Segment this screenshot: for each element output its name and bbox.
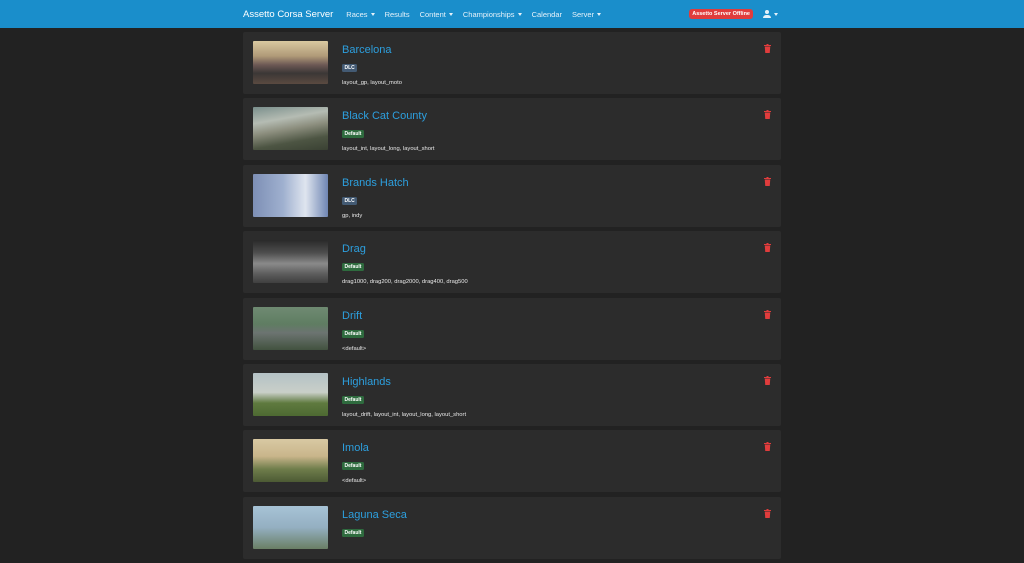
track-layouts: gp, indy bbox=[342, 212, 363, 219]
nav-calendar-label: Calendar bbox=[531, 9, 562, 19]
track-layouts: <default> bbox=[342, 345, 367, 352]
track-info: Imola Default <default> bbox=[342, 439, 369, 485]
nav-right: Assetto Server Offline bbox=[689, 9, 778, 19]
track-card: Black Cat County Default layout_int, lay… bbox=[243, 98, 781, 161]
track-name[interactable]: Brands Hatch bbox=[342, 177, 409, 189]
trash-icon[interactable] bbox=[764, 243, 771, 253]
track-type-badge: DLC bbox=[342, 196, 358, 205]
track-layouts: drag1000, drag200, drag2000, drag400, dr… bbox=[342, 279, 468, 286]
track-card: Brands Hatch DLC gp, indy bbox=[243, 164, 781, 227]
nav-results-label: Results bbox=[384, 9, 410, 19]
nav-content[interactable]: Content bbox=[420, 10, 453, 19]
track-preview-image bbox=[253, 41, 328, 84]
chevron-down-icon bbox=[448, 12, 453, 16]
track-preview-image bbox=[253, 372, 328, 416]
trash-icon[interactable] bbox=[764, 309, 771, 319]
navbar: Assetto Corsa Server Races Results Conte… bbox=[0, 0, 1024, 28]
chevron-down-icon bbox=[370, 12, 375, 16]
trash-icon[interactable] bbox=[764, 176, 771, 186]
track-type-badge: Default bbox=[342, 263, 364, 272]
track-layouts: layout_gp, layout_moto bbox=[342, 80, 402, 86]
track-info: Barcelona DLC layout_gp, layout_moto bbox=[342, 41, 402, 86]
user-icon bbox=[763, 10, 771, 18]
track-layouts: layout_drift, layout_int, layout_long, l… bbox=[342, 411, 467, 418]
nav-championships[interactable]: Championships bbox=[463, 10, 522, 19]
nav-menu: Races Results Content Championships Cale… bbox=[346, 10, 611, 19]
track-card: Highlands Default layout_drift, layout_i… bbox=[243, 363, 781, 426]
track-name[interactable]: Drag bbox=[342, 243, 468, 255]
track-card: Barcelona DLC layout_gp, layout_moto bbox=[243, 32, 781, 94]
track-type-badge: Default bbox=[342, 528, 364, 537]
track-info: Drag Default drag1000, drag200, drag2000… bbox=[342, 240, 468, 286]
track-preview-image bbox=[253, 439, 328, 483]
track-name[interactable]: Black Cat County bbox=[342, 110, 435, 122]
nav-championships-label: Championships bbox=[462, 9, 515, 19]
nav-races-label: Races bbox=[346, 9, 368, 19]
trash-icon[interactable] bbox=[764, 442, 771, 452]
trash-icon[interactable] bbox=[764, 44, 771, 53]
track-name[interactable]: Barcelona bbox=[342, 44, 402, 56]
chevron-down-icon bbox=[774, 12, 778, 16]
track-type-badge: Default bbox=[342, 395, 364, 404]
track-card: Drag Default drag1000, drag200, drag2000… bbox=[243, 231, 781, 294]
track-name[interactable]: Laguna Seca bbox=[342, 509, 407, 521]
nav-server[interactable]: Server bbox=[572, 9, 602, 19]
user-menu[interactable] bbox=[763, 10, 778, 18]
track-info: Highlands Default layout_drift, layout_i… bbox=[342, 373, 467, 418]
track-info: Brands Hatch DLC gp, indy bbox=[342, 174, 409, 219]
trash-icon[interactable] bbox=[764, 508, 771, 518]
track-preview-image bbox=[253, 107, 328, 151]
chevron-down-icon bbox=[597, 12, 602, 16]
track-info: Black Cat County Default layout_int, lay… bbox=[342, 107, 435, 153]
track-layouts: layout_int, layout_long, layout_short bbox=[342, 146, 435, 153]
server-status-badge: Assetto Server Offline bbox=[689, 9, 753, 19]
track-type-badge: Default bbox=[342, 329, 364, 338]
track-info: Drift Default <default> bbox=[342, 307, 367, 352]
nav-races[interactable]: Races bbox=[346, 9, 375, 19]
track-name[interactable]: Imola bbox=[342, 442, 369, 454]
brand-link[interactable]: Assetto Corsa Server bbox=[243, 9, 333, 20]
track-name[interactable]: Highlands bbox=[342, 376, 466, 388]
track-layouts: <default> bbox=[342, 478, 367, 485]
track-info: Laguna Seca Default bbox=[342, 506, 407, 550]
track-list: Barcelona DLC layout_gp, layout_moto Bla… bbox=[243, 32, 781, 563]
track-card: Drift Default <default> bbox=[243, 297, 781, 360]
trash-icon[interactable] bbox=[764, 375, 771, 385]
track-type-badge: DLC bbox=[342, 64, 358, 72]
track-preview-image bbox=[253, 240, 328, 284]
track-type-badge: Default bbox=[342, 130, 364, 139]
track-preview-image bbox=[253, 306, 328, 350]
nav-server-label: Server bbox=[572, 9, 595, 19]
nav-results[interactable]: Results bbox=[385, 10, 410, 19]
track-preview-image bbox=[253, 505, 328, 549]
chevron-down-icon bbox=[517, 12, 522, 16]
track-type-badge: Default bbox=[342, 462, 364, 471]
track-preview-image bbox=[253, 173, 328, 217]
track-card: Laguna Seca Default bbox=[243, 496, 781, 559]
track-card: Imola Default <default> bbox=[243, 430, 781, 493]
nav-content-label: Content bbox=[419, 9, 446, 19]
nav-calendar[interactable]: Calendar bbox=[532, 10, 562, 19]
track-name[interactable]: Drift bbox=[342, 310, 366, 322]
trash-icon[interactable] bbox=[764, 110, 771, 120]
